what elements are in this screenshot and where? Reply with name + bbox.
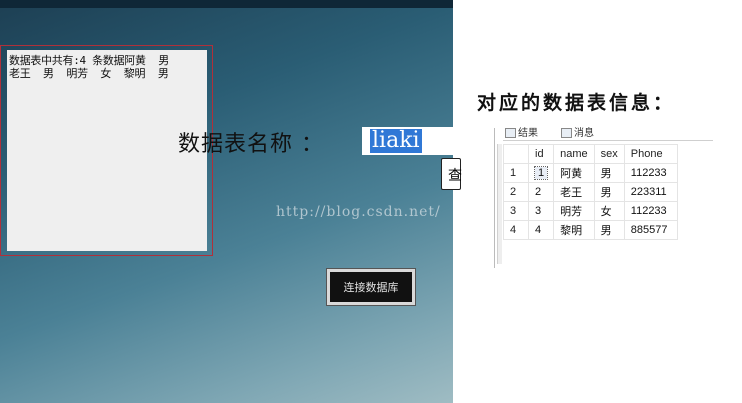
- column-header[interactable]: id: [527, 144, 555, 164]
- table-cell[interactable]: 3: [527, 201, 555, 221]
- table-cell[interactable]: 女: [593, 201, 625, 221]
- table-cell[interactable]: 1: [527, 163, 555, 183]
- column-header[interactable]: sex: [593, 144, 625, 164]
- table-info-caption: 对应的数据表信息：: [477, 92, 676, 114]
- table-cell[interactable]: 885577: [623, 220, 678, 240]
- table-cell[interactable]: 112233: [623, 163, 678, 183]
- table-cell[interactable]: 男: [593, 182, 625, 202]
- connect-button-face: 连接数据库: [330, 272, 412, 302]
- table-cell[interactable]: 男: [593, 220, 625, 240]
- table-cell[interactable]: 112233: [623, 201, 678, 221]
- watermark: http://blog.csdn.net/: [276, 204, 441, 220]
- connect-button-label: 连接数据库: [343, 281, 399, 294]
- column-header[interactable]: Phone: [623, 144, 678, 164]
- table-name-label: 数据表名称 ：: [178, 132, 324, 157]
- table-name-input[interactable]: liaki: [362, 127, 453, 155]
- table-cell[interactable]: 4: [527, 220, 555, 240]
- grid-icon: [505, 128, 516, 138]
- message-icon: [561, 128, 572, 138]
- table-cell[interactable]: 阿黄: [553, 163, 595, 183]
- table-cell[interactable]: 2: [527, 182, 555, 202]
- tab-messages[interactable]: 消息: [561, 128, 594, 140]
- connect-database-button[interactable]: 连接数据库: [326, 268, 416, 306]
- table-name-value: liaki: [370, 128, 422, 153]
- result-table: id name sex Phone 1 1 阿黄 男 112233 2 2 老王…: [503, 144, 678, 240]
- cell-value: 1: [533, 166, 549, 180]
- table-row[interactable]: 1 1 阿黄 男 112233: [503, 163, 678, 183]
- query-button[interactable]: 查: [441, 158, 462, 190]
- table-row[interactable]: 4 4 黎明 男 885577: [503, 220, 678, 240]
- table-cell[interactable]: 黎明: [553, 220, 595, 240]
- table-cell[interactable]: 223311: [623, 182, 678, 202]
- output-line: 老王 男 明芳 女 黎明 男: [9, 67, 169, 80]
- row-number: 1: [503, 163, 529, 183]
- vertical-scrollbar[interactable]: [497, 144, 502, 264]
- column-header[interactable]: name: [553, 144, 595, 164]
- output-textbox[interactable]: 数据表中共有:4 条数据阿黄 男 老王 男 明芳 女 黎明 男: [7, 50, 207, 251]
- row-number: 3: [503, 201, 529, 221]
- tab-results[interactable]: 结果: [505, 128, 538, 140]
- tab-messages-label: 消息: [574, 128, 594, 139]
- result-grid-panel: 结果 消息 id name sex Phone 1 1 阿黄 男 112233 …: [494, 128, 719, 268]
- window-top-bar: [0, 0, 453, 8]
- app-window: 数据表中共有:4 条数据阿黄 男 老王 男 明芳 女 黎明 男 数据表名称 ： …: [0, 0, 453, 403]
- table-cell[interactable]: 男: [593, 163, 625, 183]
- table-row[interactable]: 3 3 明芳 女 112233: [503, 201, 678, 221]
- row-number: 2: [503, 182, 529, 202]
- row-number: 4: [503, 220, 529, 240]
- table-row[interactable]: 2 2 老王 男 223311: [503, 182, 678, 202]
- table-header-row: id name sex Phone: [503, 144, 678, 164]
- table-cell[interactable]: 老王: [553, 182, 595, 202]
- tab-results-label: 结果: [518, 128, 538, 139]
- table-cell[interactable]: 明芳: [553, 201, 595, 221]
- column-header: [503, 144, 529, 164]
- query-button-label: 查: [448, 168, 462, 184]
- result-tabs: 结果 消息: [503, 128, 713, 141]
